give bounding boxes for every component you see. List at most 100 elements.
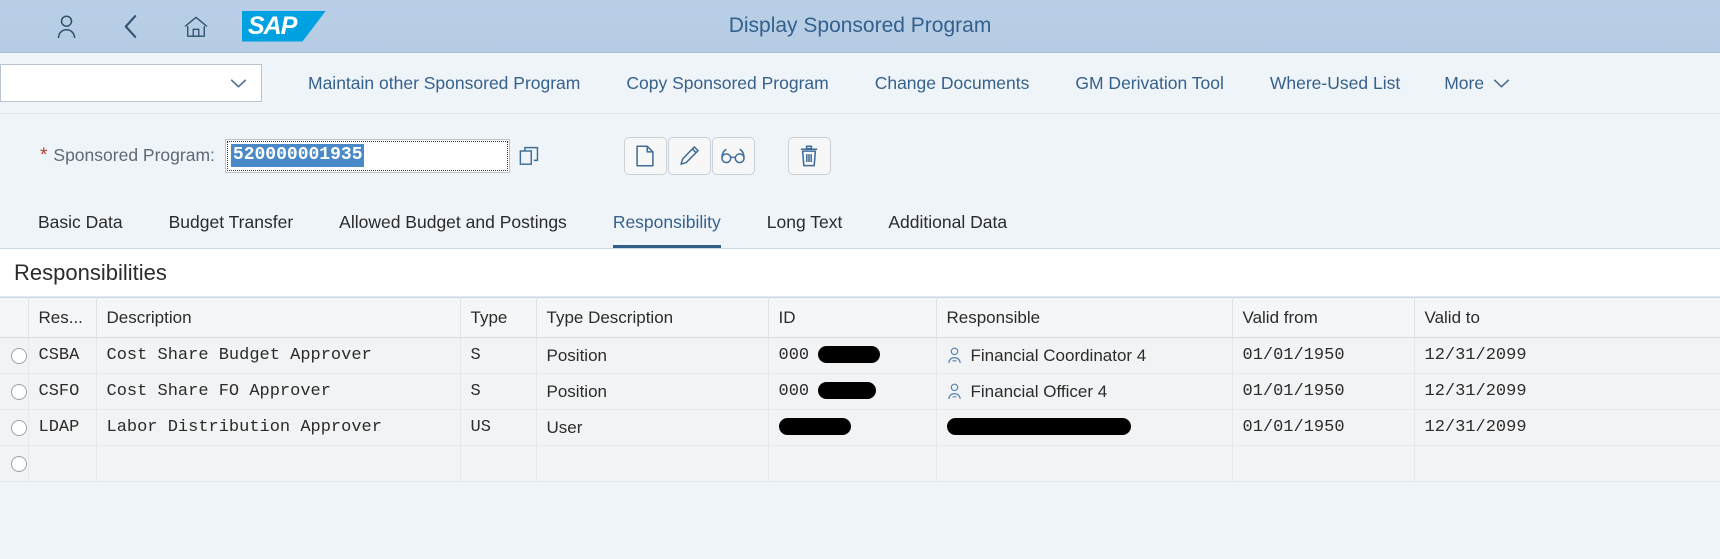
table-row[interactable] xyxy=(0,445,1720,482)
sponsored-program-label: Sponsored Program: xyxy=(53,145,215,165)
radio-icon[interactable] xyxy=(10,420,27,437)
chevron-down-icon xyxy=(230,79,247,88)
home-icon[interactable] xyxy=(172,4,220,48)
redaction-bar xyxy=(946,418,1131,435)
toolbar-link-where-used-list[interactable]: Where-Used List xyxy=(1270,73,1400,94)
cell-valid-to: 12/31/2099 xyxy=(1414,373,1720,410)
cell-responsible-value: Financial Coordinator 4 xyxy=(970,345,1147,365)
cell-type xyxy=(460,445,537,482)
person-icon xyxy=(947,383,962,400)
cell-type-description: Position xyxy=(536,337,769,374)
table-row[interactable]: CSFO Cost Share FO Approver S Position 000 Fi… xyxy=(0,373,1720,410)
cell-id-value: 000 xyxy=(778,346,810,365)
column-header-responsible[interactable]: Responsible xyxy=(936,297,1233,338)
column-header-type[interactable]: Type xyxy=(460,297,537,338)
row-select-radio[interactable] xyxy=(0,409,29,446)
tab-additional-data[interactable]: Additional Data xyxy=(888,212,1007,248)
cell-type-description: Position xyxy=(536,373,769,410)
edit-button[interactable] xyxy=(667,136,711,175)
delete-button[interactable] xyxy=(787,136,831,175)
cell-valid-from: 01/01/1950 xyxy=(1232,373,1415,410)
person-icon xyxy=(947,347,962,364)
tab-responsibility[interactable]: Responsibility xyxy=(612,212,721,248)
column-header-id[interactable]: ID xyxy=(768,297,937,338)
object-key-row: * Sponsored Program: 520000001935 xyxy=(0,114,1720,197)
tab-budget-transfer[interactable]: Budget Transfer xyxy=(169,212,294,248)
cell-res: CSFO xyxy=(28,373,97,410)
required-marker: * xyxy=(40,145,48,166)
column-header-res[interactable]: Res... xyxy=(28,297,97,338)
pencil-icon xyxy=(680,146,699,165)
tab-basic-data[interactable]: Basic Data xyxy=(38,212,123,248)
cell-responsible: Financial Officer 4 xyxy=(936,373,1233,410)
tab-long-text[interactable]: Long Text xyxy=(767,212,843,248)
sponsored-program-field-wrap: 520000001935 xyxy=(224,138,546,173)
cell-type-description: User xyxy=(536,409,769,446)
cell-responsible-value: Financial Officer 4 xyxy=(970,381,1108,401)
cell-description: Cost Share Budget Approver xyxy=(96,337,461,374)
toolbar-more-button[interactable]: More xyxy=(1444,73,1510,94)
cell-type: S xyxy=(460,373,537,410)
tab-bar: Basic Data Budget Transfer Allowed Budge… xyxy=(0,197,1720,249)
create-button[interactable] xyxy=(623,136,667,175)
column-header-select xyxy=(0,297,29,338)
sponsored-program-input[interactable]: 520000001935 xyxy=(224,138,510,173)
variant-select[interactable] xyxy=(0,64,262,102)
row-select-radio[interactable] xyxy=(0,373,29,410)
app-page: SAP Display Sponsored Program Maintain o… xyxy=(0,0,1720,559)
table-row[interactable]: LDAP Labor Distribution Approver US User 01/… xyxy=(0,409,1720,446)
cell-description: Cost Share FO Approver xyxy=(96,373,461,410)
column-header-description[interactable]: Description xyxy=(96,297,461,338)
cell-id: 000 xyxy=(768,373,937,410)
user-icon[interactable] xyxy=(42,4,90,48)
radio-icon[interactable] xyxy=(10,348,27,365)
column-header-type-description[interactable]: Type Description xyxy=(536,297,769,338)
column-header-valid-from[interactable]: Valid from xyxy=(1232,297,1415,338)
object-action-buttons xyxy=(623,136,755,175)
toolbar-more-label: More xyxy=(1444,72,1485,93)
radio-icon[interactable] xyxy=(10,456,27,473)
toolbar-link-copy-sponsored-program[interactable]: Copy Sponsored Program xyxy=(626,73,828,94)
responsibilities-table: Res... Description Type Type Description… xyxy=(0,297,1720,482)
toolbar-link-maintain-other-sponsored-program[interactable]: Maintain other Sponsored Program xyxy=(308,73,580,94)
cell-valid-to: 12/31/2099 xyxy=(1414,409,1720,446)
sap-logo-text: SAP xyxy=(248,11,297,40)
shell-header: SAP Display Sponsored Program xyxy=(0,0,1720,53)
cell-res xyxy=(28,445,97,482)
radio-icon[interactable] xyxy=(10,384,27,401)
row-select-radio[interactable] xyxy=(0,445,29,482)
glasses-icon xyxy=(721,148,746,163)
toolbar-link-gm-derivation-tool[interactable]: GM Derivation Tool xyxy=(1075,73,1224,94)
cell-valid-to: 12/31/2099 xyxy=(1414,337,1720,374)
cell-description xyxy=(96,445,461,482)
cell-type-description xyxy=(536,445,769,482)
chevron-down-icon xyxy=(1493,79,1510,88)
cell-description: Labor Distribution Approver xyxy=(96,409,461,446)
section-title: Responsibilities xyxy=(0,249,1720,297)
back-chevron-icon[interactable] xyxy=(106,4,154,48)
cell-valid-from: 01/01/1950 xyxy=(1232,409,1415,446)
sap-logo[interactable]: SAP xyxy=(242,10,326,42)
value-help-icon[interactable] xyxy=(511,138,546,173)
display-button[interactable] xyxy=(711,136,755,175)
cell-type: US xyxy=(460,409,537,446)
toolbar-link-change-documents[interactable]: Change Documents xyxy=(875,73,1030,94)
redaction-bar xyxy=(778,418,851,435)
cell-res: CSBA xyxy=(28,337,97,374)
sponsored-program-value: 520000001935 xyxy=(230,144,364,167)
table-row[interactable]: CSBA Cost Share Budget Approver S Position 0… xyxy=(0,337,1720,374)
cell-valid-from xyxy=(1232,445,1415,482)
table-header-row: Res... Description Type Type Description… xyxy=(0,297,1720,338)
cell-id-value: 000 xyxy=(778,382,810,401)
cell-responsible xyxy=(936,445,1233,482)
cell-id xyxy=(768,445,937,482)
tab-allowed-budget-and-postings[interactable]: Allowed Budget and Postings xyxy=(339,212,567,248)
cell-responsible xyxy=(936,409,1233,446)
redaction-bar xyxy=(818,382,877,399)
cell-id: 000 xyxy=(768,337,937,374)
cell-valid-to xyxy=(1414,445,1720,482)
cell-responsible: Financial Coordinator 4 xyxy=(936,337,1233,374)
column-header-valid-to[interactable]: Valid to xyxy=(1414,297,1720,338)
cell-res: LDAP xyxy=(28,409,97,446)
row-select-radio[interactable] xyxy=(0,337,29,374)
